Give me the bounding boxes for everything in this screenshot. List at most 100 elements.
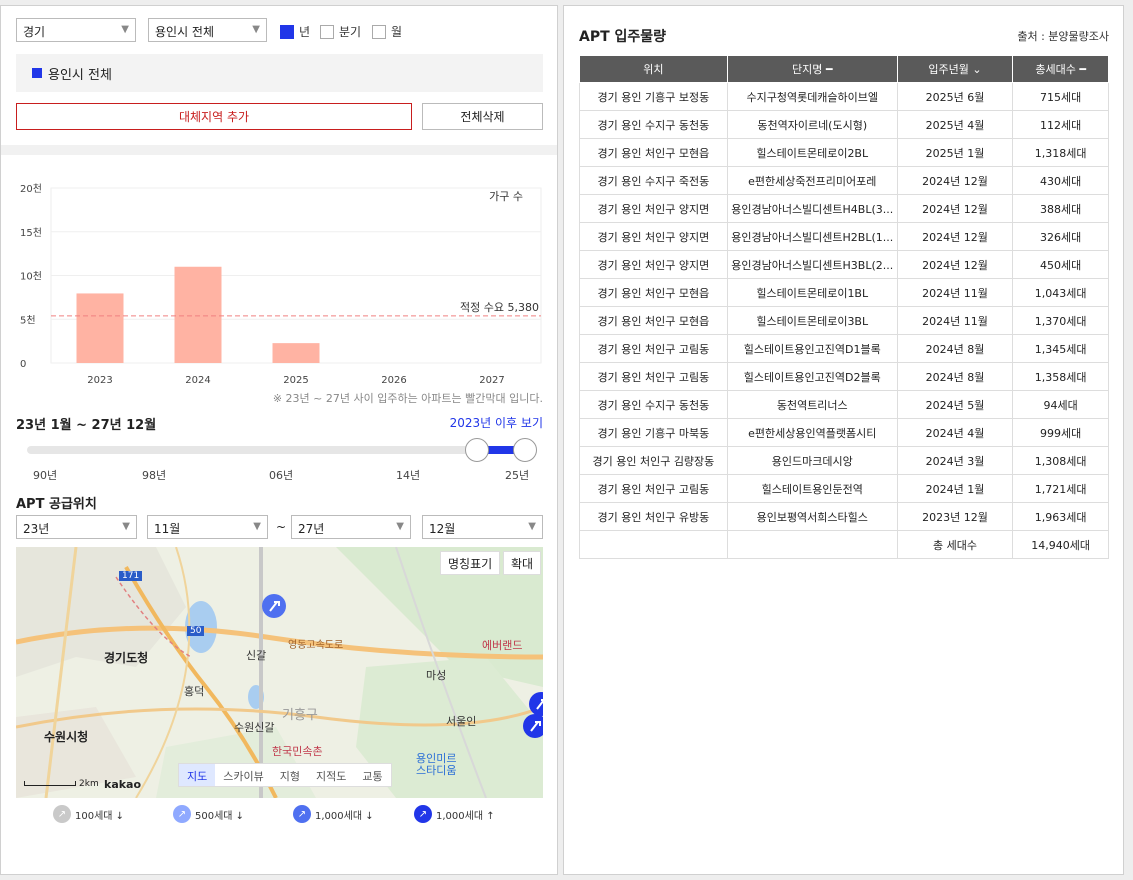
cell-location: 경기 용인 처인구 모현읍 <box>579 138 728 167</box>
to-month-select[interactable]: 12월 ▼ <box>422 515 543 539</box>
supply-map[interactable]: 경기도청 수원시청 에버랜드 한국민속촌 용인미르 스타디움 신갈 수원신갈 마… <box>16 547 543 798</box>
checkbox-icon <box>320 24 334 39</box>
legend-item: ↗ 1,000세대 ↓ <box>293 805 374 823</box>
cell-location: 경기 용인 기흥구 보정동 <box>579 82 728 111</box>
period-quarter-checkbox[interactable]: 분기 <box>320 23 361 40</box>
cell-move-in: 2024년 12월 <box>896 222 1014 251</box>
cell-complex: 용인보평역서희스타힐스 <box>726 502 898 531</box>
table-row[interactable]: 경기 용인 기흥구 보정동 수지구청역롯데캐슬하이브엘 2025년 6월 715세대 <box>579 82 1109 111</box>
table-row[interactable]: 경기 용인 기흥구 마북동 e편한세상용인역플랫폼시티 2024년 4월 999세대 <box>579 418 1109 447</box>
map-label: 용인미르 스타디움 <box>416 752 457 777</box>
table-row[interactable]: 경기 용인 처인구 고림동 힐스테이트용인둔전역 2024년 1월 1,721세대 <box>579 474 1109 503</box>
province-select[interactable]: 경기 ▼ <box>16 18 136 42</box>
right-panel: APT 입주물량 출처 : 분양물량조사 위치 단지명 ━ 입주년월 ⌄ 총세대… <box>563 5 1124 875</box>
legend-label: 1,000세대 ↓ <box>315 810 374 822</box>
city-select[interactable]: 용인시 전체 ▼ <box>148 18 267 42</box>
cell-location: 경기 용인 수지구 동천동 <box>579 390 728 419</box>
table-row[interactable]: 경기 용인 처인구 고림동 힐스테이트용인고진역D2블록 2024년 8월 1,358… <box>579 362 1109 391</box>
period-year-label: 년 <box>299 25 311 39</box>
table-row[interactable]: 경기 용인 처인구 김량장동 용인드마크데시앙 2024년 3월 1,308세대 <box>579 446 1109 475</box>
marker-icon: ↗ <box>53 805 71 823</box>
to-year-select[interactable]: 27년 ▼ <box>291 515 411 539</box>
table-row[interactable]: 경기 용인 처인구 모현읍 힐스테이트몬테로이3BL 2024년 11월 1,370세… <box>579 306 1109 335</box>
header-households[interactable]: 총세대수 ━ <box>1012 55 1109 83</box>
table-row[interactable]: 경기 용인 처인구 양지면 용인경남아너스빌디센트H3BL(2... 2024년 1… <box>579 250 1109 279</box>
cell-households: 112세대 <box>1012 110 1109 139</box>
table-row[interactable]: 경기 용인 처인구 양지면 용인경남아너스빌디센트H4BL(3... 2024년 1… <box>579 194 1109 223</box>
cell-households: 1,358세대 <box>1012 362 1109 391</box>
cell-move-in: 2025년 6월 <box>896 82 1014 111</box>
left-panel: 경기 ▼ 용인시 전체 ▼ 년 분기 월 용인시 전체 대체지역 추가 전체삭제… <box>0 5 558 875</box>
legend-label: 1,000세대 ↑ <box>436 810 495 822</box>
map-tab-skyview[interactable]: 스카이뷰 <box>215 764 271 786</box>
delete-all-label: 전체삭제 <box>460 110 505 124</box>
cell-households: 1,370세대 <box>1012 306 1109 335</box>
zoom-button[interactable]: 확대 <box>503 551 542 575</box>
map-scale: 2km <box>24 779 99 789</box>
cell-move-in: 2024년 8월 <box>896 362 1014 391</box>
apt-marker-icon[interactable] <box>261 593 287 623</box>
header-complex[interactable]: 단지명 ━ <box>726 55 898 83</box>
chart-bar <box>272 343 320 363</box>
table-row[interactable]: 경기 용인 수지구 동천동 동천역자이르네(도시형) 2025년 4월 112세대 <box>579 110 1109 139</box>
table-row[interactable]: 경기 용인 처인구 유방동 용인보평역서희스타힐스 2023년 12월 1,963세대 <box>579 502 1109 531</box>
cell-households: 1,963세대 <box>1012 502 1109 531</box>
y-tick-label: 15천 <box>20 227 42 239</box>
name-toggle-label: 명칭표기 <box>448 556 493 571</box>
cell-move-in: 2024년 1월 <box>896 474 1014 503</box>
header-move-in[interactable]: 입주년월 ⌄ <box>896 55 1014 83</box>
zoom-label: 확대 <box>511 556 534 571</box>
header-location[interactable]: 위치 <box>579 55 728 83</box>
range-link[interactable]: 2023년 이후 보기 <box>450 414 543 431</box>
cell-complex: 힐스테이트몬테로이3BL <box>726 306 898 335</box>
cell-complex: 용인경남아너스빌디센트H3BL(2... <box>726 250 898 279</box>
period-quarter-label: 분기 <box>339 25 362 39</box>
map-tab-terrain[interactable]: 지형 <box>272 764 308 786</box>
cell-move-in: 2024년 12월 <box>896 166 1014 195</box>
table-row[interactable]: 경기 용인 처인구 모현읍 힐스테이트몬테로이1BL 2024년 11월 1,043세… <box>579 278 1109 307</box>
table-row[interactable]: 경기 용인 수지구 죽전동 e편한세상죽전프리미어포레 2024년 12월 430세대 <box>579 166 1109 195</box>
apt-marker-icon[interactable] <box>528 691 543 721</box>
table-total-row: 총 세대수 14,940세대 <box>579 530 1109 559</box>
period-year-checkbox[interactable]: 년 <box>280 23 310 40</box>
range-separator: ~ <box>276 520 287 534</box>
cell-location: 경기 용인 처인구 유방동 <box>579 502 728 531</box>
x-tick-label: 2026 <box>381 375 406 386</box>
table-row[interactable]: 경기 용인 처인구 양지면 용인경남아너스빌디센트H2BL(1... 2024년 1… <box>579 222 1109 251</box>
cell-location: 경기 용인 처인구 양지면 <box>579 222 728 251</box>
delete-all-button[interactable]: 전체삭제 <box>422 103 543 130</box>
cell-households: 715세대 <box>1012 82 1109 111</box>
table-row[interactable]: 경기 용인 수지구 동천동 동천역트리너스 2024년 5월 94세대 <box>579 390 1109 419</box>
cell-move-in: 2024년 4월 <box>896 418 1014 447</box>
from-year-select[interactable]: 23년 ▼ <box>16 515 137 539</box>
add-region-button[interactable]: 대체지역 추가 <box>16 103 412 130</box>
slider-start-handle[interactable] <box>465 438 489 462</box>
map-tab-traffic[interactable]: 교통 <box>354 764 390 786</box>
map-tab-map[interactable]: 지도 <box>179 764 216 786</box>
empty-cell <box>726 530 898 559</box>
from-month-select[interactable]: 11월 ▼ <box>147 515 268 539</box>
cell-move-in: 2024년 5월 <box>896 390 1014 419</box>
slider-tick: 06년 <box>269 469 294 482</box>
name-toggle-button[interactable]: 명칭표기 <box>440 551 501 575</box>
map-label: 마성 <box>426 669 447 682</box>
table-row[interactable]: 경기 용인 처인구 고림동 힐스테이트용인고진역D1블록 2024년 8월 1,345… <box>579 334 1109 363</box>
map-type-tabs: 지도 스카이뷰 지형 지적도 교통 <box>178 763 392 787</box>
cell-complex: 힐스테이트용인고진역D2블록 <box>726 362 898 391</box>
cell-complex: 동천역트리너스 <box>726 390 898 419</box>
slider-end-handle[interactable] <box>513 438 537 462</box>
map-label: 기흥구 <box>282 708 318 723</box>
cell-location: 경기 용인 처인구 고림동 <box>579 474 728 503</box>
cell-location: 경기 용인 처인구 모현읍 <box>579 278 728 307</box>
province-select-value: 경기 <box>23 25 46 39</box>
cell-households: 1,318세대 <box>1012 138 1109 167</box>
year-slider-track[interactable] <box>27 446 537 454</box>
cell-complex: 힐스테이트용인둔전역 <box>726 474 898 503</box>
period-month-checkbox[interactable]: 월 <box>372 23 402 40</box>
x-tick-label: 2025 <box>283 375 308 386</box>
legend-item: ↗ 1,000세대 ↑ <box>414 805 495 823</box>
checkbox-icon <box>280 24 294 39</box>
table-row[interactable]: 경기 용인 처인구 모현읍 힐스테이트몬테로이2BL 2025년 1월 1,318세대 <box>579 138 1109 167</box>
period-month-label: 월 <box>391 25 403 39</box>
map-tab-cadastral[interactable]: 지적도 <box>308 764 354 786</box>
